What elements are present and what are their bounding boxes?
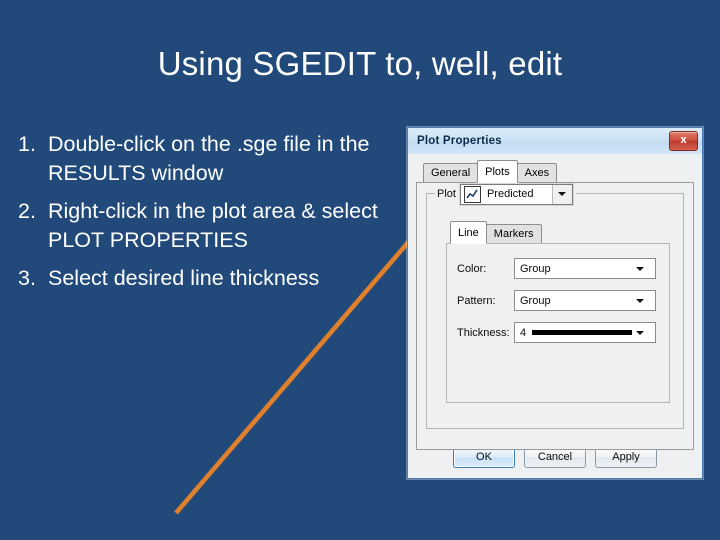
list-item: 3. Select desired line thickness bbox=[14, 264, 404, 293]
tab-line[interactable]: Line bbox=[450, 221, 487, 244]
chevron-down-icon[interactable] bbox=[636, 259, 655, 278]
instruction-list: 1. Double-click on the .sge file in the … bbox=[14, 130, 404, 303]
line-markers-tabs-wrap: Line Markers Color: Group Pattern: Group… bbox=[446, 221, 670, 403]
list-item-number: 1. bbox=[18, 132, 36, 156]
thickness-select[interactable]: 4 bbox=[514, 322, 656, 343]
list-item: 1. Double-click on the .sge file in the … bbox=[14, 130, 404, 187]
plot-select-value: Predicted bbox=[486, 188, 534, 200]
line-tab-panel: Color: Group Pattern: Group Thickness: 4 bbox=[446, 243, 670, 403]
line-chart-icon bbox=[463, 185, 481, 203]
pattern-field-row: Pattern: Group bbox=[457, 290, 659, 311]
plot-group-header: Plot Predicted bbox=[435, 183, 576, 205]
dialog-button-bar: OK Cancel Apply bbox=[408, 447, 702, 468]
color-label: Color: bbox=[457, 262, 487, 275]
plot-properties-dialog: Plot Properties x General Plots Axes Plo… bbox=[407, 127, 703, 479]
chevron-down-icon[interactable] bbox=[636, 291, 655, 310]
plot-group-label: Plot bbox=[435, 188, 460, 200]
tab-axes[interactable]: Axes bbox=[516, 163, 558, 182]
plot-group-box: Plot Predicted Line Markers Color: Group… bbox=[426, 183, 684, 429]
list-item-text: Right-click in the plot area & select PL… bbox=[48, 199, 378, 252]
thickness-label: Thickness: bbox=[457, 326, 510, 339]
tab-plots[interactable]: Plots bbox=[477, 160, 518, 183]
page-title: Using SGEDIT to, well, edit bbox=[157, 45, 563, 82]
thickness-select-value: 4 bbox=[520, 326, 527, 339]
chevron-down-icon[interactable] bbox=[636, 323, 655, 342]
dialog-title: Plot Properties bbox=[417, 135, 502, 147]
close-icon[interactable]: x bbox=[669, 131, 698, 151]
list-item-number: 3. bbox=[18, 266, 36, 290]
list-item: 2. Right-click in the plot area & select… bbox=[14, 197, 404, 254]
dialog-titlebar[interactable]: Plot Properties x bbox=[408, 128, 702, 155]
thickness-field-row: Thickness: 4 bbox=[457, 322, 659, 343]
pattern-select-value: Group bbox=[520, 294, 551, 307]
ok-button[interactable]: OK bbox=[453, 447, 515, 468]
color-select-value: Group bbox=[520, 262, 551, 275]
tab-general[interactable]: General bbox=[423, 163, 479, 182]
slide-canvas: Using SGEDIT to, well, edit 1. Double-cl… bbox=[0, 0, 720, 540]
chevron-down-icon[interactable] bbox=[551, 184, 572, 204]
list-item-number: 2. bbox=[18, 199, 36, 223]
plot-select[interactable]: Predicted bbox=[459, 183, 573, 205]
thickness-preview-line bbox=[526, 322, 636, 343]
plots-tab-panel: Plot Predicted Line Markers Color: Group… bbox=[416, 182, 694, 450]
inner-tab-strip: Line Markers bbox=[446, 221, 670, 244]
list-item-text: Double-click on the .sge file in the RES… bbox=[48, 132, 370, 185]
list-item-text: Select desired line thickness bbox=[48, 266, 320, 290]
cancel-button[interactable]: Cancel bbox=[524, 447, 586, 468]
dialog-body: General Plots Axes Plot Predicted Line M… bbox=[408, 154, 702, 478]
pattern-select[interactable]: Group bbox=[514, 290, 656, 311]
pattern-label: Pattern: bbox=[457, 294, 496, 307]
color-field-row: Color: Group bbox=[457, 258, 659, 279]
color-select[interactable]: Group bbox=[514, 258, 656, 279]
tab-markers[interactable]: Markers bbox=[485, 224, 542, 243]
apply-button[interactable]: Apply bbox=[595, 447, 657, 468]
tab-strip: General Plots Axes bbox=[416, 160, 694, 183]
